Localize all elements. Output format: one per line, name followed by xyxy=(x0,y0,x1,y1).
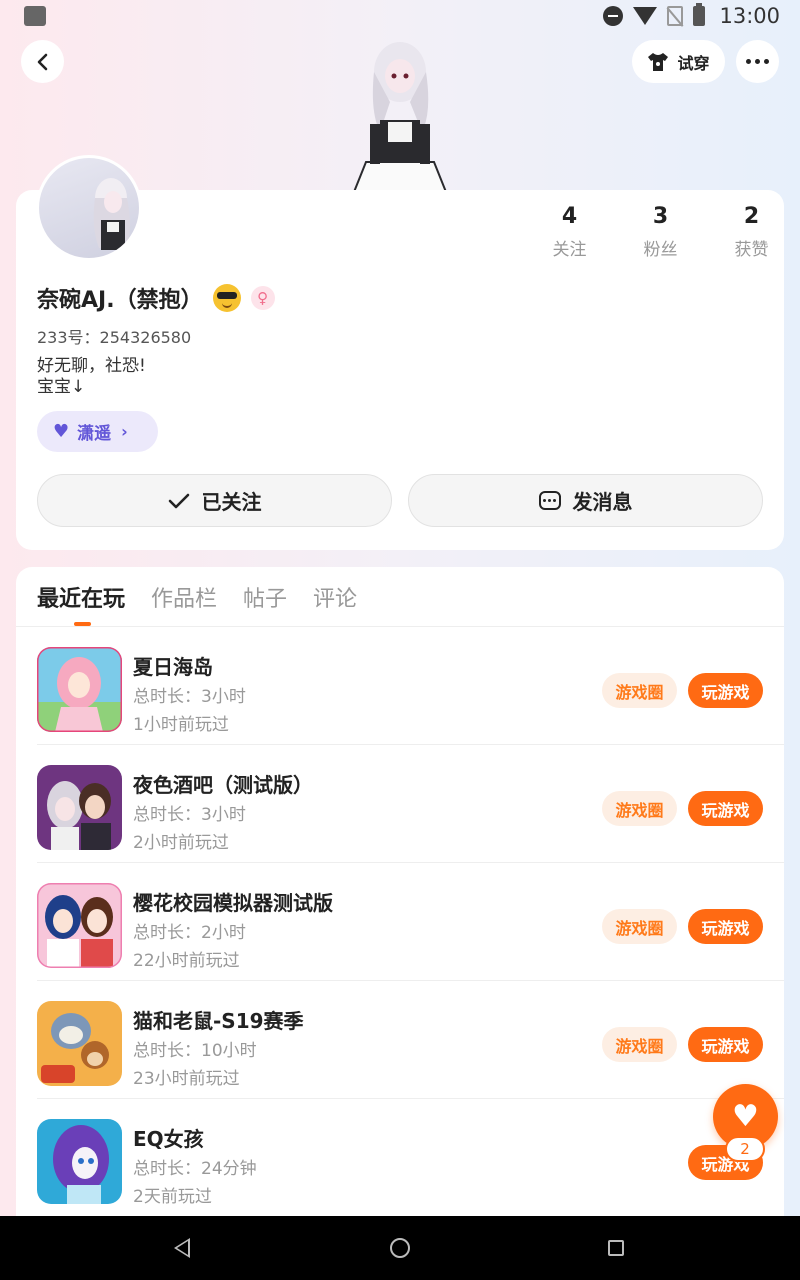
game-duration: 总时长：10小时 xyxy=(133,1041,257,1061)
chat-bubble-icon xyxy=(538,491,561,510)
game-row[interactable]: EQ女孩 总时长：24分钟 2天前玩过 玩游戏 xyxy=(16,1099,784,1217)
try-on-button[interactable]: 试穿 xyxy=(632,40,725,83)
status-time: 13:00 xyxy=(719,4,780,28)
system-nav-bar xyxy=(0,1216,800,1280)
game-row[interactable]: 夏日海岛 总时长：3小时 1小时前玩过 游戏圈 玩游戏 xyxy=(16,627,784,745)
like-count-badge: 2 xyxy=(725,1136,765,1162)
recent-games-card: 最近在玩 作品栏 帖子 评论 夏日海岛 总时长：3小时 1小时前玩过 游戏圈 玩… xyxy=(16,567,784,1227)
user-bio: 好无聊，社恐! 宝宝↓ xyxy=(37,356,146,398)
game-duration: 总时长：3小时 xyxy=(133,805,246,825)
send-message-button[interactable]: 发消息 xyxy=(408,474,763,527)
name-row: 奈碗AJ.（禁抱） ♀ xyxy=(37,282,275,314)
more-dot-icon xyxy=(764,59,769,64)
game-title: 夏日海岛 xyxy=(133,655,213,679)
more-dot-icon xyxy=(746,59,751,64)
notification-icon xyxy=(24,6,46,26)
stat-likes[interactable]: 2 获赞 xyxy=(706,204,797,260)
avatar[interactable] xyxy=(36,155,142,261)
game-circle-button[interactable]: 游戏圈 xyxy=(602,1027,677,1062)
game-circle-button[interactable]: 游戏圈 xyxy=(602,909,677,944)
game-row[interactable]: 猫和老鼠-S19赛季 总时长：10小时 23小时前玩过 游戏圈 玩游戏 xyxy=(16,981,784,1099)
stat-fans[interactable]: 3 粉丝 xyxy=(615,204,706,260)
game-row[interactable]: 樱花校园模拟器测试版 总时长：2小时 22小时前玩过 游戏圈 玩游戏 xyxy=(16,863,784,981)
followed-label: 已关注 xyxy=(201,490,262,514)
tshirt-icon xyxy=(648,52,669,71)
do-not-disturb-icon xyxy=(603,6,624,26)
stat-following[interactable]: 4 关注 xyxy=(524,204,615,260)
friend-tag-pill[interactable]: ♥ 潇遥 › xyxy=(37,411,158,452)
game-icon-night-bar[interactable] xyxy=(37,765,122,850)
heart-icon: ♥ xyxy=(53,421,70,442)
no-sim-icon xyxy=(667,6,684,26)
followed-button[interactable]: 已关注 xyxy=(37,474,392,527)
tab-comments[interactable]: 评论 xyxy=(313,581,357,613)
tab-posts[interactable]: 帖子 xyxy=(243,581,287,613)
tab-works[interactable]: 作品栏 xyxy=(151,581,217,613)
tab-recently-played[interactable]: 最近在玩 xyxy=(37,581,125,613)
profile-card: 4 关注 3 粉丝 2 获赞 奈碗AJ.（禁抱） ♀ 233号：25432658… xyxy=(16,190,784,550)
game-icon-sakura-school[interactable] xyxy=(37,883,122,968)
play-game-button[interactable]: 玩游戏 xyxy=(688,909,763,944)
user-name: 奈碗AJ.（禁抱） xyxy=(37,288,203,313)
profile-stats: 4 关注 3 粉丝 2 获赞 xyxy=(524,204,797,260)
game-icon-eq-girl[interactable] xyxy=(37,1119,122,1204)
game-title: 猫和老鼠-S19赛季 xyxy=(133,1009,304,1033)
nav-back-icon[interactable] xyxy=(174,1238,190,1258)
game-row[interactable]: 夜色酒吧（测试版） 总时长：3小时 2小时前玩过 游戏圈 玩游戏 xyxy=(16,745,784,863)
character-figure xyxy=(352,42,448,192)
heart-icon: ♥ xyxy=(732,1099,759,1134)
wifi-icon xyxy=(633,7,658,25)
bio-line: 宝宝↓ xyxy=(37,377,86,397)
avatar-image xyxy=(93,178,130,250)
bio-line: 好无聊，社恐! xyxy=(37,356,146,376)
nav-recents-icon[interactable] xyxy=(608,1240,624,1256)
game-circle-button[interactable]: 游戏圈 xyxy=(602,673,677,708)
chevron-left-icon xyxy=(37,53,47,70)
game-last-played: 2天前玩过 xyxy=(133,1187,212,1207)
status-icons: 13:00 xyxy=(603,3,780,28)
check-icon xyxy=(168,493,189,508)
game-duration: 总时长：3小时 xyxy=(133,687,246,707)
more-options-button[interactable] xyxy=(736,40,779,83)
game-title: 夜色酒吧（测试版） xyxy=(133,773,313,797)
game-last-played: 22小时前玩过 xyxy=(133,951,240,971)
battery-icon xyxy=(693,3,706,26)
more-dot-icon xyxy=(755,59,760,64)
cool-emoji-icon xyxy=(212,284,241,312)
user-id: 233号：254326580 xyxy=(37,328,192,347)
play-game-button[interactable]: 玩游戏 xyxy=(688,1027,763,1062)
game-last-played: 2小时前玩过 xyxy=(133,833,229,853)
game-icon-tom-jerry[interactable] xyxy=(37,1001,122,1086)
game-duration: 总时长：24分钟 xyxy=(133,1159,257,1179)
friend-tag-label: 潇遥 xyxy=(77,424,112,444)
profile-tabs: 最近在玩 作品栏 帖子 评论 xyxy=(37,581,357,613)
play-game-button[interactable]: 玩游戏 xyxy=(688,791,763,826)
game-icon-summer-island[interactable] xyxy=(37,647,122,732)
play-game-button[interactable]: 玩游戏 xyxy=(688,673,763,708)
chevron-right-icon: › xyxy=(121,422,128,441)
status-bar: 13:00 xyxy=(0,0,800,34)
try-on-label: 试穿 xyxy=(677,53,710,73)
game-title: EQ女孩 xyxy=(133,1127,204,1151)
game-duration: 总时长：2小时 xyxy=(133,923,246,943)
game-last-played: 23小时前玩过 xyxy=(133,1069,240,1089)
nav-home-icon[interactable] xyxy=(390,1238,410,1258)
send-message-label: 发消息 xyxy=(572,490,633,514)
female-gender-icon: ♀ xyxy=(250,286,275,310)
game-last-played: 1小时前玩过 xyxy=(133,715,229,735)
game-circle-button[interactable]: 游戏圈 xyxy=(602,791,677,826)
back-button[interactable] xyxy=(21,40,64,83)
game-title: 樱花校园模拟器测试版 xyxy=(133,891,333,915)
